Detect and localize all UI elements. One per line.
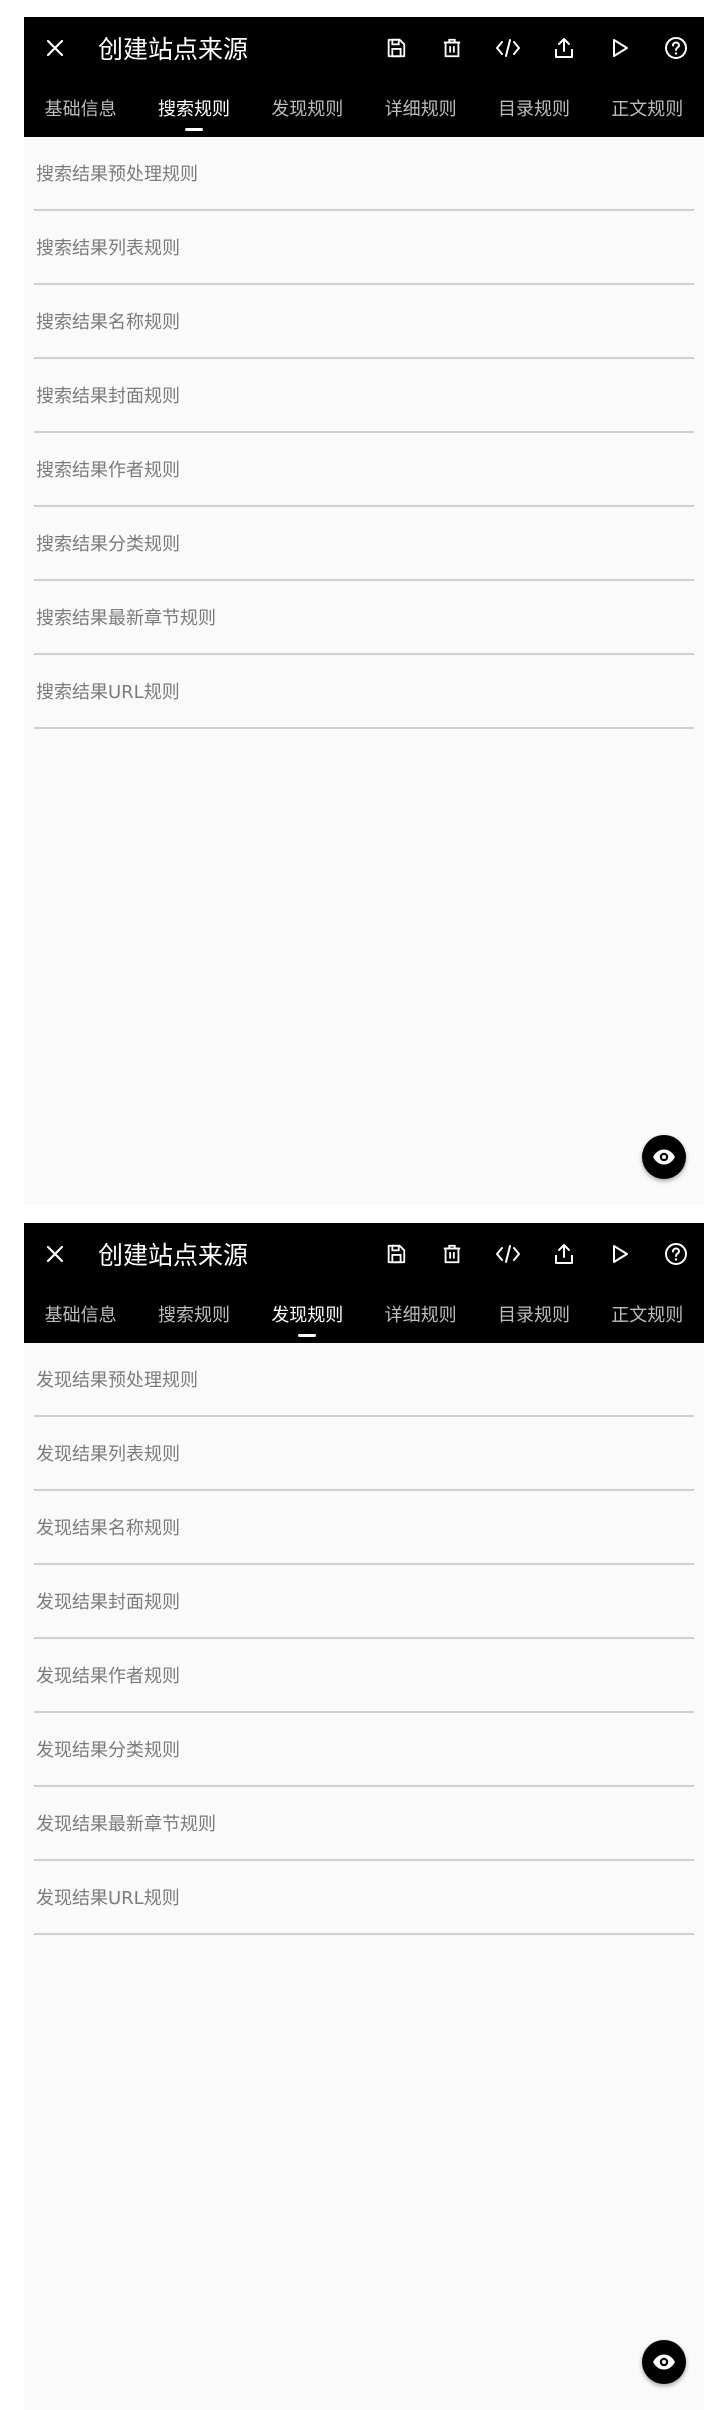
tab-label: 搜索规则 [157, 1305, 230, 1326]
rule-field-list: 发现结果预处理规则 发现结果列表规则 发现结果名称规则 发现结果封面规则 发现结… [24, 1343, 704, 1935]
tab-content-rules[interactable]: 正文规则 [591, 1285, 704, 1343]
screen-search-rules: 创建站点来源 基础信息 搜索规则 发现规则 详细规则 目录规则 正文规则 搜索结… [24, 17, 704, 1205]
rule-field-name[interactable]: 搜索结果名称规则 [34, 285, 694, 359]
tab-toc-rules[interactable]: 目录规则 [477, 1285, 590, 1343]
help-icon [665, 37, 687, 59]
run-button[interactable] [592, 17, 648, 79]
code-icon [496, 1245, 520, 1263]
tab-label: 正文规则 [611, 1305, 684, 1326]
code-icon [496, 39, 520, 57]
page-title: 创建站点来源 [98, 35, 249, 64]
rule-field-author[interactable]: 发现结果作者规则 [34, 1639, 694, 1713]
tab-search-rules[interactable]: 搜索规则 [137, 1285, 250, 1343]
tab-detail-rules[interactable]: 详细规则 [364, 79, 477, 137]
share-button[interactable] [536, 17, 592, 79]
tab-content-rules[interactable]: 正文规则 [591, 79, 704, 137]
rule-field-list[interactable]: 搜索结果列表规则 [34, 211, 694, 285]
share-icon [555, 38, 573, 58]
play-icon [613, 1245, 628, 1263]
help-button[interactable] [648, 17, 704, 79]
help-button[interactable] [648, 1223, 704, 1285]
tab-toc-rules[interactable]: 目录规则 [477, 79, 590, 137]
rule-field-name[interactable]: 发现结果名称规则 [34, 1491, 694, 1565]
tab-detail-rules[interactable]: 详细规则 [364, 1285, 477, 1343]
screen-discover-rules: 创建站点来源 基础信息 搜索规则 发现规则 详细规则 目录规则 正文规则 发现结… [24, 1223, 704, 2410]
tab-basic-info[interactable]: 基础信息 [24, 1285, 137, 1343]
share-button[interactable] [536, 1223, 592, 1285]
delete-icon [443, 1244, 461, 1264]
close-icon [46, 1245, 64, 1263]
rule-field-latest-chapter[interactable]: 发现结果最新章节规则 [34, 1787, 694, 1861]
tab-label: 发现规则 [271, 1305, 344, 1326]
rule-field-cover[interactable]: 搜索结果封面规则 [34, 359, 694, 433]
share-icon [555, 1244, 573, 1264]
tab-label: 基础信息 [44, 99, 117, 120]
rule-field-preprocess[interactable]: 搜索结果预处理规则 [34, 137, 694, 211]
screenshot-canvas: 创建站点来源 基础信息 搜索规则 发现规则 详细规则 目录规则 正文规则 搜索结… [0, 0, 720, 2410]
save-button[interactable] [368, 17, 424, 79]
close-icon [46, 39, 64, 57]
tab-label: 搜索规则 [157, 99, 230, 120]
code-button[interactable] [480, 1223, 536, 1285]
preview-fab-button[interactable] [642, 2340, 686, 2384]
toolbar-actions [368, 17, 704, 79]
tab-label: 目录规则 [497, 1305, 570, 1326]
app-bar: 创建站点来源 基础信息 搜索规则 发现规则 详细规则 目录规则 正文规则 [24, 17, 704, 137]
toolbar-actions [368, 1223, 704, 1285]
eye-icon [653, 1149, 675, 1165]
tab-label: 目录规则 [497, 99, 570, 120]
help-icon [665, 1243, 687, 1265]
tab-label: 详细规则 [384, 99, 457, 120]
rule-field-author[interactable]: 搜索结果作者规则 [34, 433, 694, 507]
tab-indicator [184, 128, 203, 131]
delete-button[interactable] [424, 1223, 480, 1285]
toolbar: 创建站点来源 [24, 1223, 704, 1285]
rule-field-category[interactable]: 搜索结果分类规则 [34, 507, 694, 581]
close-button[interactable] [24, 1223, 86, 1285]
tab-discover-rules[interactable]: 发现规则 [251, 79, 364, 137]
tab-label: 正文规则 [611, 99, 684, 120]
page-title: 创建站点来源 [98, 1241, 249, 1270]
tab-bar: 基础信息 搜索规则 发现规则 详细规则 目录规则 正文规则 [24, 1285, 704, 1343]
app-bar: 创建站点来源 基础信息 搜索规则 发现规则 详细规则 目录规则 正文规则 [24, 1223, 704, 1343]
rule-field-url[interactable]: 搜索结果URL规则 [34, 655, 694, 729]
save-icon [387, 38, 406, 58]
rule-field-list[interactable]: 发现结果列表规则 [34, 1417, 694, 1491]
preview-fab-button[interactable] [642, 1135, 686, 1179]
rule-field-preprocess[interactable]: 发现结果预处理规则 [34, 1343, 694, 1417]
save-button[interactable] [368, 1223, 424, 1285]
save-icon [387, 1244, 406, 1264]
eye-icon [653, 2354, 675, 2370]
play-icon [613, 39, 628, 57]
tab-label: 基础信息 [44, 1305, 117, 1326]
close-button[interactable] [24, 17, 86, 79]
delete-button[interactable] [424, 17, 480, 79]
rule-field-list: 搜索结果预处理规则 搜索结果列表规则 搜索结果名称规则 搜索结果封面规则 搜索结… [24, 137, 704, 729]
tab-basic-info[interactable]: 基础信息 [24, 79, 137, 137]
delete-icon [443, 38, 461, 58]
code-button[interactable] [480, 17, 536, 79]
tab-bar: 基础信息 搜索规则 发现规则 详细规则 目录规则 正文规则 [24, 79, 704, 137]
tab-indicator [298, 1334, 317, 1337]
rule-field-latest-chapter[interactable]: 搜索结果最新章节规则 [34, 581, 694, 655]
tab-search-rules[interactable]: 搜索规则 [137, 79, 250, 137]
toolbar: 创建站点来源 [24, 17, 704, 79]
rule-field-category[interactable]: 发现结果分类规则 [34, 1713, 694, 1787]
rule-field-url[interactable]: 发现结果URL规则 [34, 1861, 694, 1935]
tab-label: 详细规则 [384, 1305, 457, 1326]
tab-discover-rules[interactable]: 发现规则 [251, 1285, 364, 1343]
tab-label: 发现规则 [271, 99, 344, 120]
rule-field-cover[interactable]: 发现结果封面规则 [34, 1565, 694, 1639]
run-button[interactable] [592, 1223, 648, 1285]
